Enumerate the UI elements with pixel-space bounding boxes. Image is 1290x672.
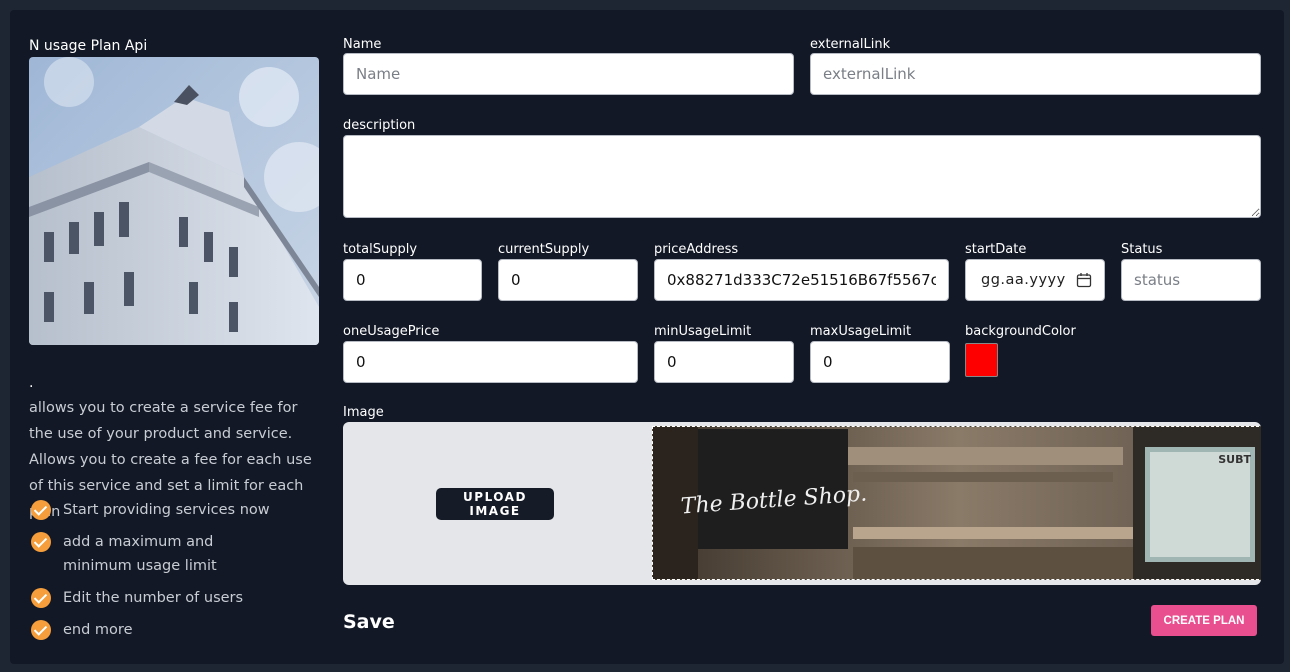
preview-sign-text: SUBT [1218,453,1251,466]
save-title: Save [343,611,395,633]
total-supply-input[interactable] [343,259,482,301]
name-label: Name [343,37,382,52]
name-input[interactable] [343,53,794,95]
check-circle-icon [31,532,51,552]
start-date-input[interactable]: gg.aa.yyyy [965,259,1105,301]
plan-dot: . [29,375,34,391]
calendar-icon[interactable] [1076,272,1092,288]
image-label: Image [343,405,384,420]
status-label: Status [1121,242,1163,257]
background-color-picker[interactable] [965,343,998,377]
start-date-placeholder: gg.aa.yyyy [981,272,1066,288]
feature-label: end more [63,622,133,638]
main-panel: N usage Plan Api . allows you to create … [10,10,1284,664]
current-supply-label: currentSupply [498,242,590,257]
current-supply-input[interactable] [498,259,638,301]
feature-label: Edit the number of users [63,590,244,606]
description-textarea[interactable] [343,135,1261,218]
description-label: description [343,118,416,133]
min-usage-limit-label: minUsageLimit [654,324,752,339]
one-usage-price-label: oneUsagePrice [343,324,440,339]
image-preview: The Bottle Shop. SUBT [652,426,1261,580]
background-color-label: backgroundColor [965,324,1076,339]
plan-title: N usage Plan Api [29,38,148,54]
check-circle-icon [31,620,51,640]
start-date-label: startDate [965,242,1027,257]
building-image [29,57,319,345]
min-usage-limit-input[interactable] [654,341,794,383]
max-usage-limit-input[interactable] [810,341,950,383]
check-circle-icon [31,588,51,608]
check-circle-icon [31,500,51,520]
total-supply-label: totalSupply [343,242,418,257]
max-usage-limit-label: maxUsageLimit [810,324,912,339]
feature-list: Start providing services now add a maxim… [31,498,321,648]
plan-image [29,57,319,345]
one-usage-price-input[interactable] [343,341,638,383]
external-link-label: externalLink [810,37,891,52]
feature-label: Start providing services now [63,502,270,518]
price-address-label: priceAddress [654,242,739,257]
create-plan-button[interactable]: CREATE PLAN [1151,605,1257,636]
feature-label: add a maximum and minimum usage limit [63,534,217,574]
feature-item: end more [31,618,132,642]
image-dropzone[interactable]: UPLOAD IMAGE The Bottle Shop. SUBT [343,422,1261,585]
feature-item: Start providing services now [31,498,270,522]
feature-item: Edit the number of users [31,586,243,610]
upload-image-button[interactable]: UPLOAD IMAGE [436,488,554,520]
bottle-shop-image: The Bottle Shop. SUBT [653,427,1261,579]
status-input[interactable] [1121,259,1261,301]
feature-item: add a maximum and minimum usage limit [31,530,281,578]
price-address-input[interactable] [654,259,949,301]
external-link-input[interactable] [810,53,1261,95]
